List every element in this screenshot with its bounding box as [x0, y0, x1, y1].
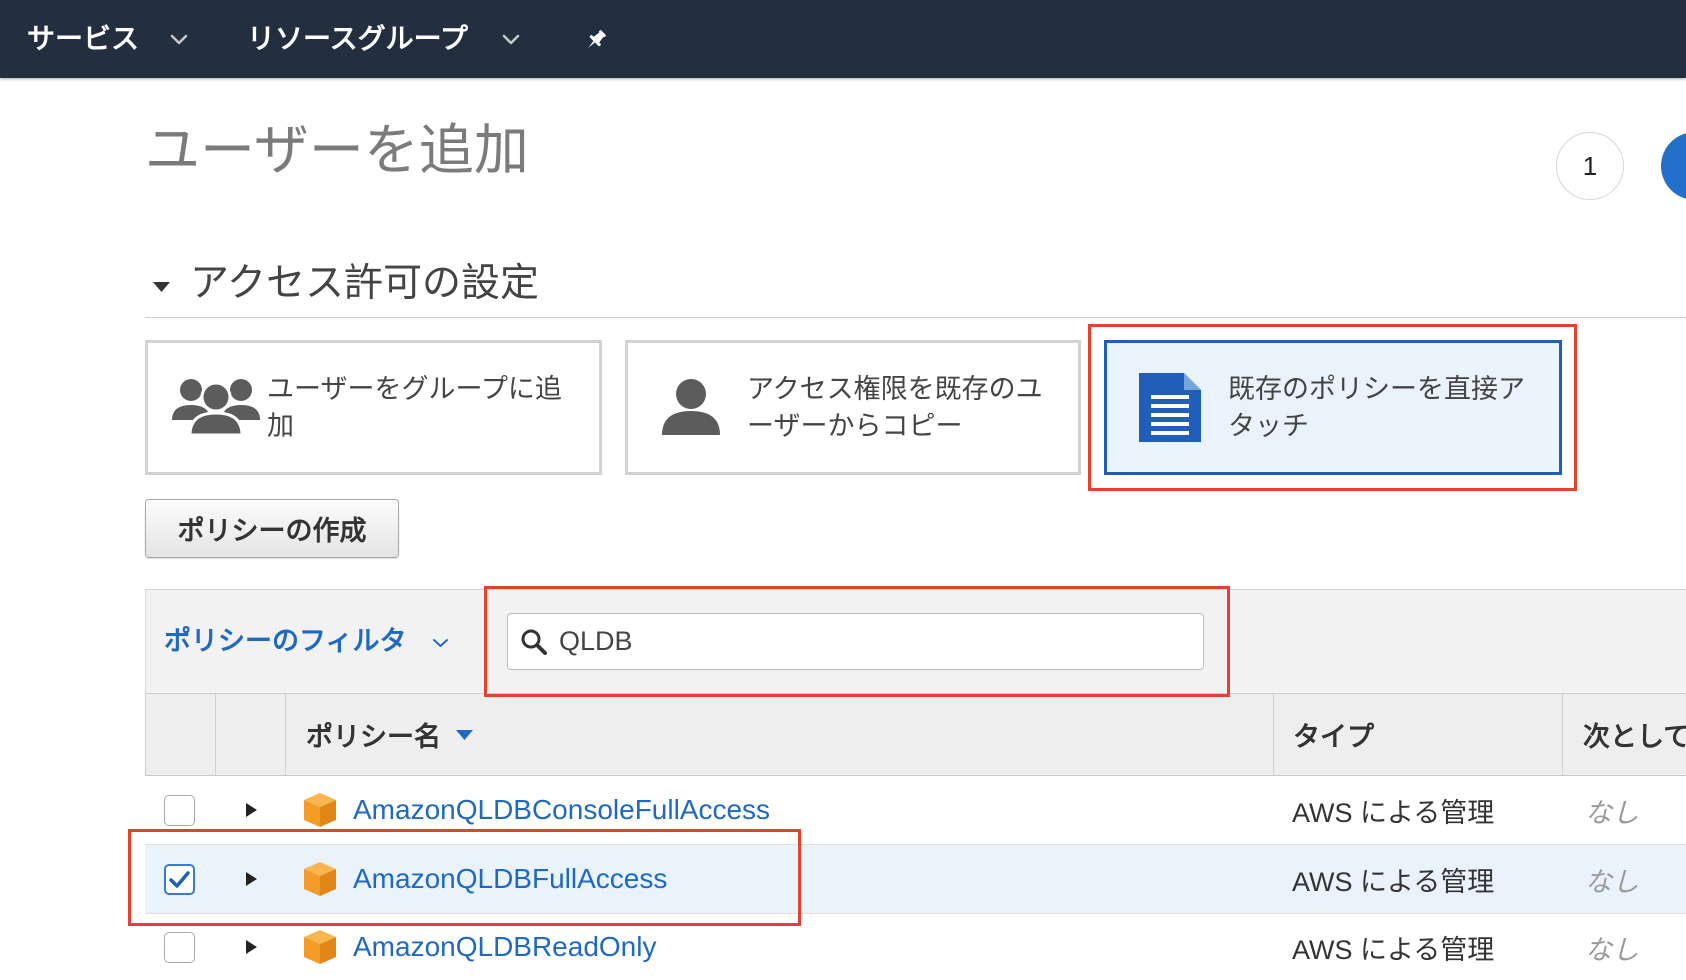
user-icon: [662, 379, 720, 435]
column-header-type[interactable]: タイプ: [1274, 694, 1563, 775]
managed-policy-icon: [304, 793, 336, 827]
permissions-section-toggle[interactable]: アクセス許可の設定: [145, 262, 665, 306]
services-menu[interactable]: サービス: [27, 0, 190, 78]
column-header-policy-name[interactable]: ポリシー名: [286, 694, 1274, 775]
row-type-cell: AWS による管理: [1292, 776, 1494, 844]
policy-search-input[interactable]: [507, 613, 1204, 670]
pin-icon[interactable]: [584, 27, 608, 53]
wizard-step-1-number: 1: [1582, 150, 1598, 181]
wizard-step-1: 1: [1556, 132, 1624, 200]
policy-table-header: ポリシー名 タイプ 次として: [145, 693, 1686, 776]
policy-type: AWS による管理: [1292, 797, 1495, 828]
row-used-as-cell: なし: [1585, 776, 1639, 844]
managed-policy-icon: [304, 930, 336, 964]
policy-type: AWS による管理: [1292, 866, 1495, 897]
users-group-icon: [172, 379, 260, 436]
column-header-used-as[interactable]: 次として: [1563, 694, 1686, 775]
row-type-cell: AWS による管理: [1292, 845, 1494, 913]
caret-down-icon: [153, 282, 170, 292]
search-icon: [521, 629, 547, 655]
policy-name-link[interactable]: AmazonQLDBReadOnly: [353, 931, 656, 963]
policy-type: AWS による管理: [1292, 934, 1495, 965]
policy-search-box: [507, 613, 1204, 670]
row-used-as-cell: なし: [1585, 845, 1639, 913]
option-add-user-to-group[interactable]: ユーザーをグループに追 加: [145, 340, 602, 475]
policy-document-icon: [1139, 373, 1201, 442]
table-row[interactable]: AmazonQLDBConsoleFullAccess AWS による管理 なし: [145, 776, 1686, 845]
option-label: 既存のポリシーを直接ア タッチ: [1228, 371, 1525, 445]
row-type-cell: AWS による管理: [1292, 914, 1494, 980]
sort-descending-icon: [456, 729, 473, 740]
policy-filter-label: ポリシーのフィルタ: [164, 626, 407, 657]
row-select-cell: [164, 845, 195, 913]
row-checkbox[interactable]: [164, 931, 195, 963]
row-name-cell: AmazonQLDBReadOnly: [353, 914, 656, 980]
expand-column-header: [216, 694, 286, 775]
row-name-cell: AmazonQLDBConsoleFullAccess: [353, 776, 770, 844]
option-attach-existing-policies[interactable]: 既存のポリシーを直接ア タッチ: [1104, 340, 1562, 475]
column-header-type-label: タイプ: [1293, 722, 1374, 753]
expand-right-icon[interactable]: [246, 872, 257, 886]
policy-used-as: なし: [1585, 934, 1639, 966]
table-row[interactable]: AmazonQLDBFullAccess AWS による管理 なし: [145, 845, 1686, 914]
chevron-down-icon: [433, 639, 448, 647]
option-label-line: タッチ: [1228, 411, 1309, 442]
services-menu-label: サービス: [27, 22, 140, 55]
policy-filter-bar: ポリシーのフィルタ: [145, 589, 1686, 693]
expand-right-icon[interactable]: [246, 803, 257, 817]
column-header-policy-name-label: ポリシー名: [306, 722, 441, 753]
option-label: ユーザーをグループに追 加: [267, 371, 562, 445]
row-icon-cell: [303, 845, 337, 913]
row-select-cell: [164, 776, 195, 844]
page-title: ユーザーを追加: [145, 118, 529, 182]
row-select-cell: [164, 914, 195, 980]
table-row[interactable]: AmazonQLDBReadOnly AWS による管理 なし: [145, 914, 1686, 980]
create-policy-button-label: ポリシーの作成: [177, 516, 367, 547]
row-expand-cell: [246, 776, 257, 844]
select-column-header: [146, 694, 216, 775]
policy-name-link[interactable]: AmazonQLDBConsoleFullAccess: [353, 794, 770, 826]
option-label: アクセス権限を既存のユ ーザーからコピー: [747, 371, 1043, 445]
resource-groups-menu[interactable]: リソースグループ: [247, 0, 522, 78]
row-expand-cell: [246, 845, 257, 913]
option-label-line: ユーザーをグループに追: [267, 374, 562, 405]
row-icon-cell: [303, 914, 337, 980]
option-label-line: 加: [267, 411, 294, 442]
row-icon-cell: [303, 776, 337, 844]
option-label-line: 既存のポリシーを直接ア: [1228, 374, 1525, 405]
managed-policy-icon: [304, 862, 336, 896]
expand-right-icon[interactable]: [246, 940, 257, 954]
wizard-step-current: [1661, 133, 1686, 199]
checkmark-icon: [169, 870, 190, 888]
section-divider: [145, 317, 1686, 318]
row-checkbox[interactable]: [164, 794, 195, 826]
policy-name-link[interactable]: AmazonQLDBFullAccess: [353, 863, 667, 895]
row-name-cell: AmazonQLDBFullAccess: [353, 845, 667, 913]
top-navigation-bar: サービス リソースグループ: [0, 0, 1686, 78]
resource-groups-menu-label: リソースグループ: [247, 22, 468, 55]
option-copy-permissions[interactable]: アクセス権限を既存のユ ーザーからコピー: [625, 340, 1081, 475]
chevron-down-icon: [170, 34, 188, 45]
row-checkbox[interactable]: [164, 863, 195, 895]
row-expand-cell: [246, 914, 257, 980]
permissions-section-title: アクセス許可の設定: [190, 261, 540, 306]
row-used-as-cell: なし: [1585, 914, 1639, 980]
option-label-line: アクセス権限を既存のユ: [747, 374, 1043, 405]
policy-used-as: なし: [1585, 866, 1639, 898]
option-label-line: ーザーからコピー: [747, 411, 963, 442]
policy-filter-dropdown[interactable]: ポリシーのフィルタ: [164, 618, 454, 666]
policy-used-as: なし: [1585, 797, 1639, 829]
chevron-down-icon: [502, 34, 520, 45]
create-policy-button[interactable]: ポリシーの作成: [145, 499, 399, 558]
